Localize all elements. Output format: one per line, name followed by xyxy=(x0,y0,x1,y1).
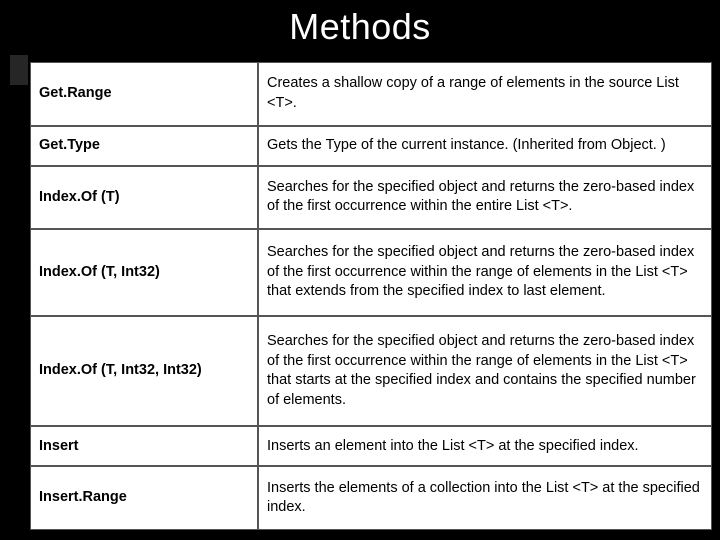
decorative-stripe xyxy=(10,55,28,85)
method-desc: Creates a shallow copy of a range of ele… xyxy=(258,62,712,126)
method-name: Get.Range xyxy=(30,62,258,126)
method-name: Index.Of (T, Int32) xyxy=(30,229,258,316)
page-title: Methods xyxy=(0,6,720,48)
method-name: Insert.Range xyxy=(30,466,258,530)
method-desc: Inserts an element into the List <T> at … xyxy=(258,426,712,466)
method-desc: Searches for the specified object and re… xyxy=(258,229,712,316)
table-row: Get.Type Gets the Type of the current in… xyxy=(30,126,712,166)
method-desc: Searches for the specified object and re… xyxy=(258,316,712,426)
method-name: Insert xyxy=(30,426,258,466)
table-row: Get.Range Creates a shallow copy of a ra… xyxy=(30,62,712,126)
table-row: Insert.Range Inserts the elements of a c… xyxy=(30,466,712,530)
method-name: Get.Type xyxy=(30,126,258,166)
table-row: Index.Of (T) Searches for the specified … xyxy=(30,166,712,230)
method-desc: Gets the Type of the current instance. (… xyxy=(258,126,712,166)
table-row: Index.Of (T, Int32, Int32) Searches for … xyxy=(30,316,712,426)
method-desc: Inserts the elements of a collection int… xyxy=(258,466,712,530)
method-desc: Searches for the specified object and re… xyxy=(258,166,712,230)
method-name: Index.Of (T) xyxy=(30,166,258,230)
method-name: Index.Of (T, Int32, Int32) xyxy=(30,316,258,426)
table-container: Get.Range Creates a shallow copy of a ra… xyxy=(30,62,712,530)
slide: Methods Get.Range Creates a shallow copy… xyxy=(0,0,720,540)
table-row: Insert Inserts an element into the List … xyxy=(30,426,712,466)
methods-table: Get.Range Creates a shallow copy of a ra… xyxy=(30,62,712,530)
table-row: Index.Of (T, Int32) Searches for the spe… xyxy=(30,229,712,316)
